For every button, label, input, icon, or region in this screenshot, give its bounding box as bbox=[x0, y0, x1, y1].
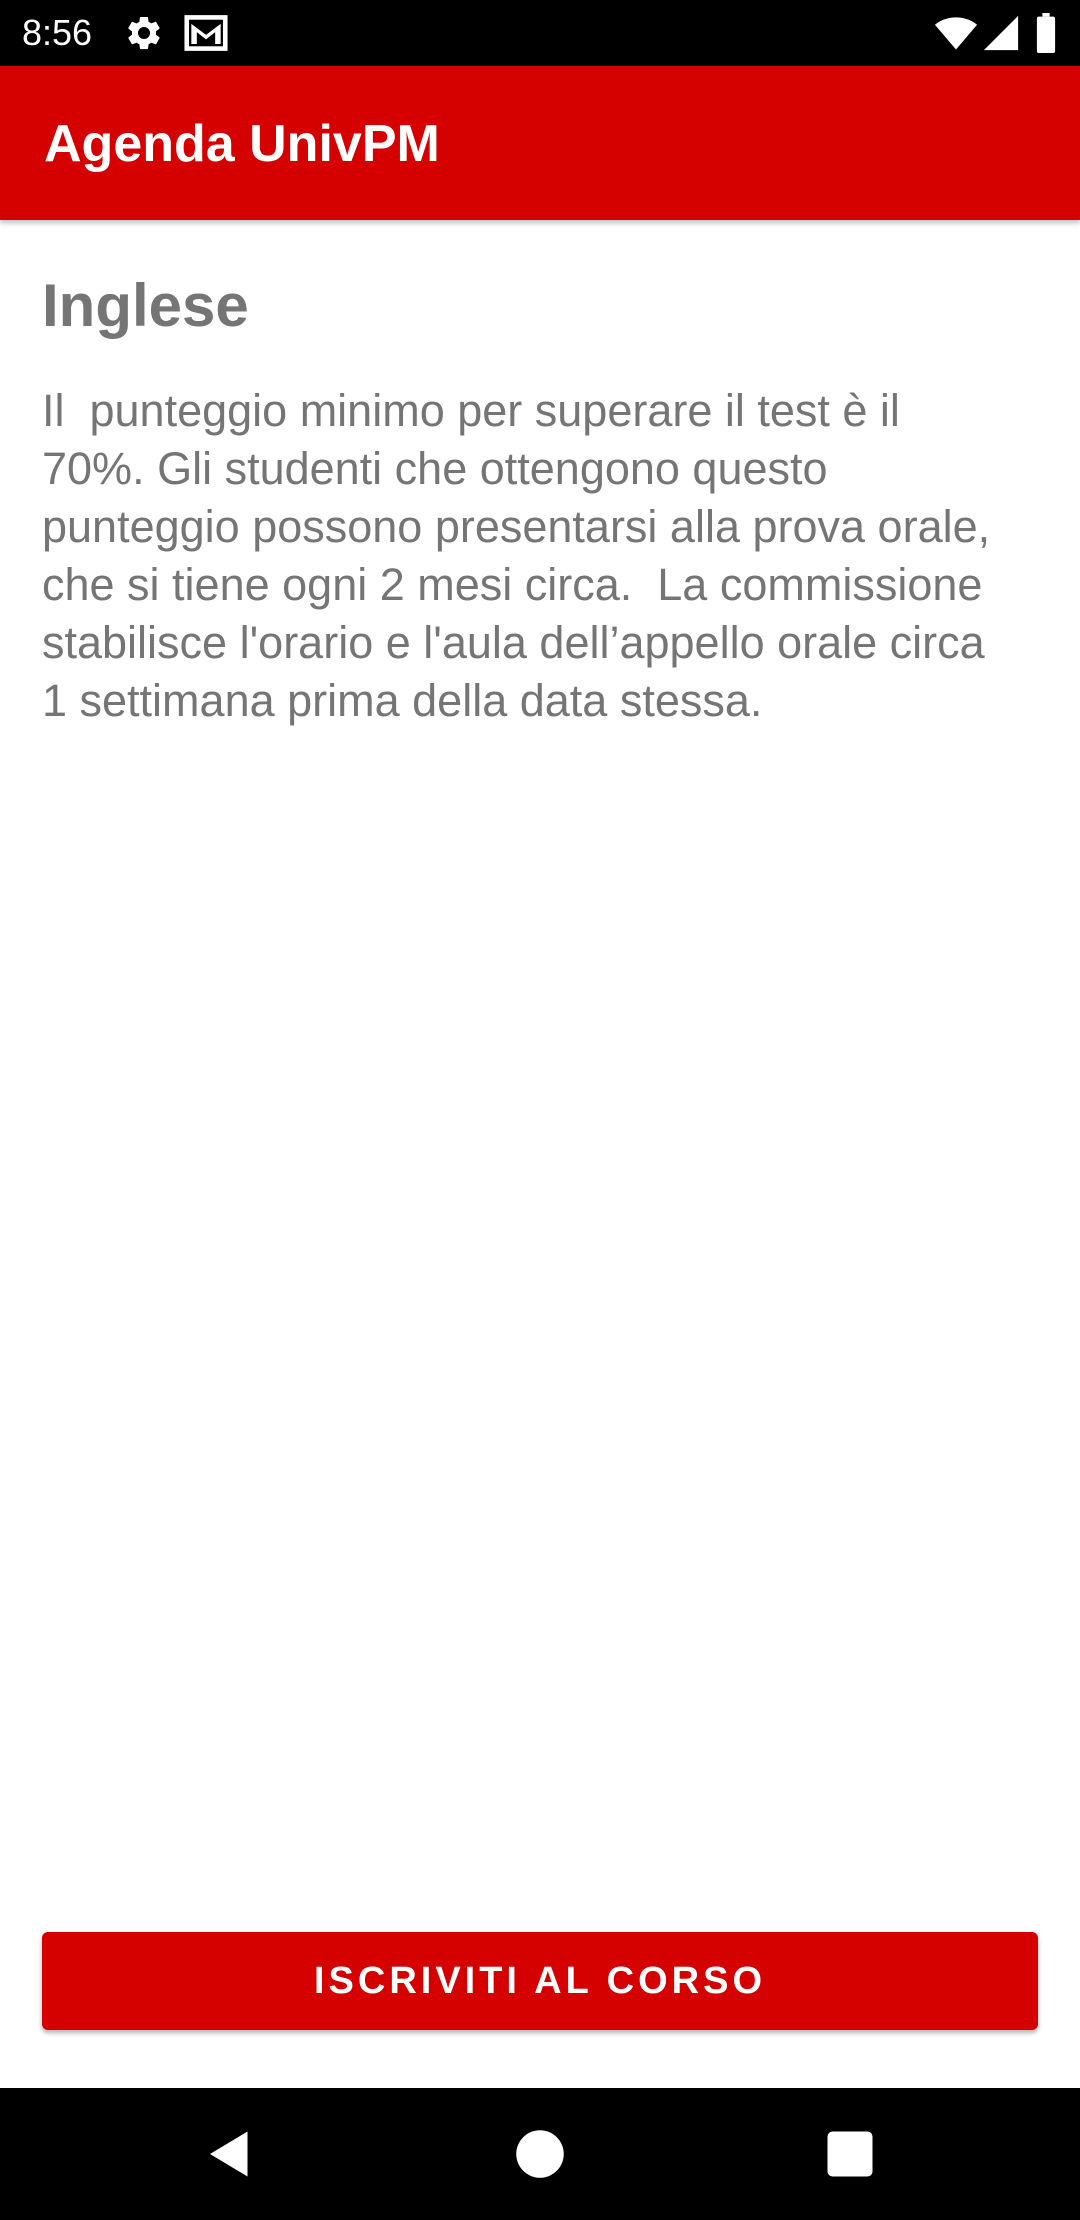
course-title: Inglese bbox=[42, 272, 249, 339]
signal-icon bbox=[983, 15, 1019, 51]
wifi-icon bbox=[934, 17, 978, 50]
app-bar: Agenda UnivPM bbox=[0, 66, 1080, 220]
recents-icon[interactable] bbox=[820, 2124, 880, 2184]
back-icon[interactable] bbox=[200, 2124, 260, 2184]
screen: 8:56 Agenda UnivPM Inglese Il punteggio … bbox=[0, 0, 1080, 2220]
course-detail: Inglese Il punteggio minimo per superare… bbox=[42, 220, 1002, 730]
battery-icon bbox=[1036, 13, 1056, 53]
settings-icon bbox=[128, 16, 160, 50]
navigation-bar bbox=[0, 2088, 1080, 2220]
enroll-button[interactable]: ISCRIVITI AL CORSO bbox=[42, 1932, 1038, 2030]
app-title: Agenda UnivPM bbox=[44, 115, 440, 173]
status-bar: 8:56 bbox=[0, 0, 1080, 66]
gmail-icon bbox=[184, 15, 228, 51]
status-time: 8:56 bbox=[22, 12, 93, 53]
home-icon[interactable] bbox=[510, 2124, 570, 2184]
course-description: Il punteggio minimo per superare il test… bbox=[42, 385, 1003, 726]
